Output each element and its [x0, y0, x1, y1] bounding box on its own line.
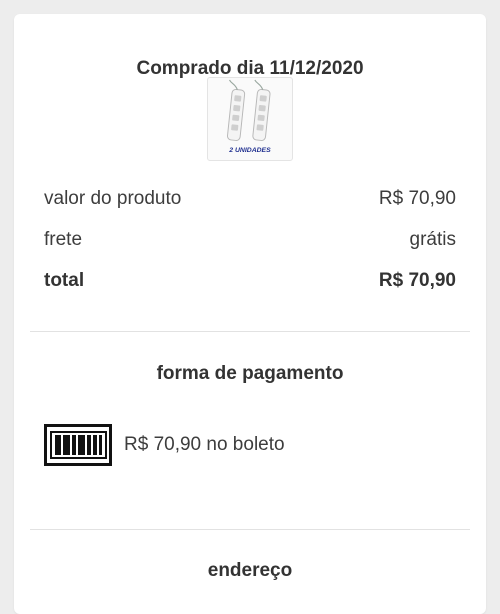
- payment-method: R$ 70,90 no boleto: [44, 424, 285, 466]
- total-row: total R$ 70,90: [44, 270, 456, 292]
- product-value-amount: R$ 70,90: [378, 188, 456, 209]
- product-value-label: valor do produto: [44, 188, 182, 209]
- product-value-row: valor do produto R$ 70,90: [44, 188, 456, 210]
- divider: [30, 529, 470, 530]
- address-section-title: endereço: [207, 560, 293, 581]
- product-image-caption: 2 UNIDADES: [228, 147, 271, 154]
- shipping-label: frete: [44, 229, 83, 250]
- total-label: total: [44, 270, 85, 291]
- divider: [30, 331, 470, 332]
- shipping-value: grátis: [409, 229, 456, 250]
- payment-section-title: forma de pagamento: [156, 363, 344, 384]
- shipping-row: frete grátis: [44, 229, 456, 251]
- payment-method-text: R$ 70,90 no boleto: [124, 434, 285, 455]
- barcode-boleto-icon: [44, 424, 112, 466]
- power-strip-image: 2 UNIDADES: [226, 79, 271, 154]
- total-amount: R$ 70,90: [378, 270, 456, 291]
- product-thumbnail[interactable]: 2 UNIDADES: [207, 77, 293, 161]
- purchase-details-card: Comprado dia 11/12/2020 2 UNIDADES valor…: [14, 14, 486, 614]
